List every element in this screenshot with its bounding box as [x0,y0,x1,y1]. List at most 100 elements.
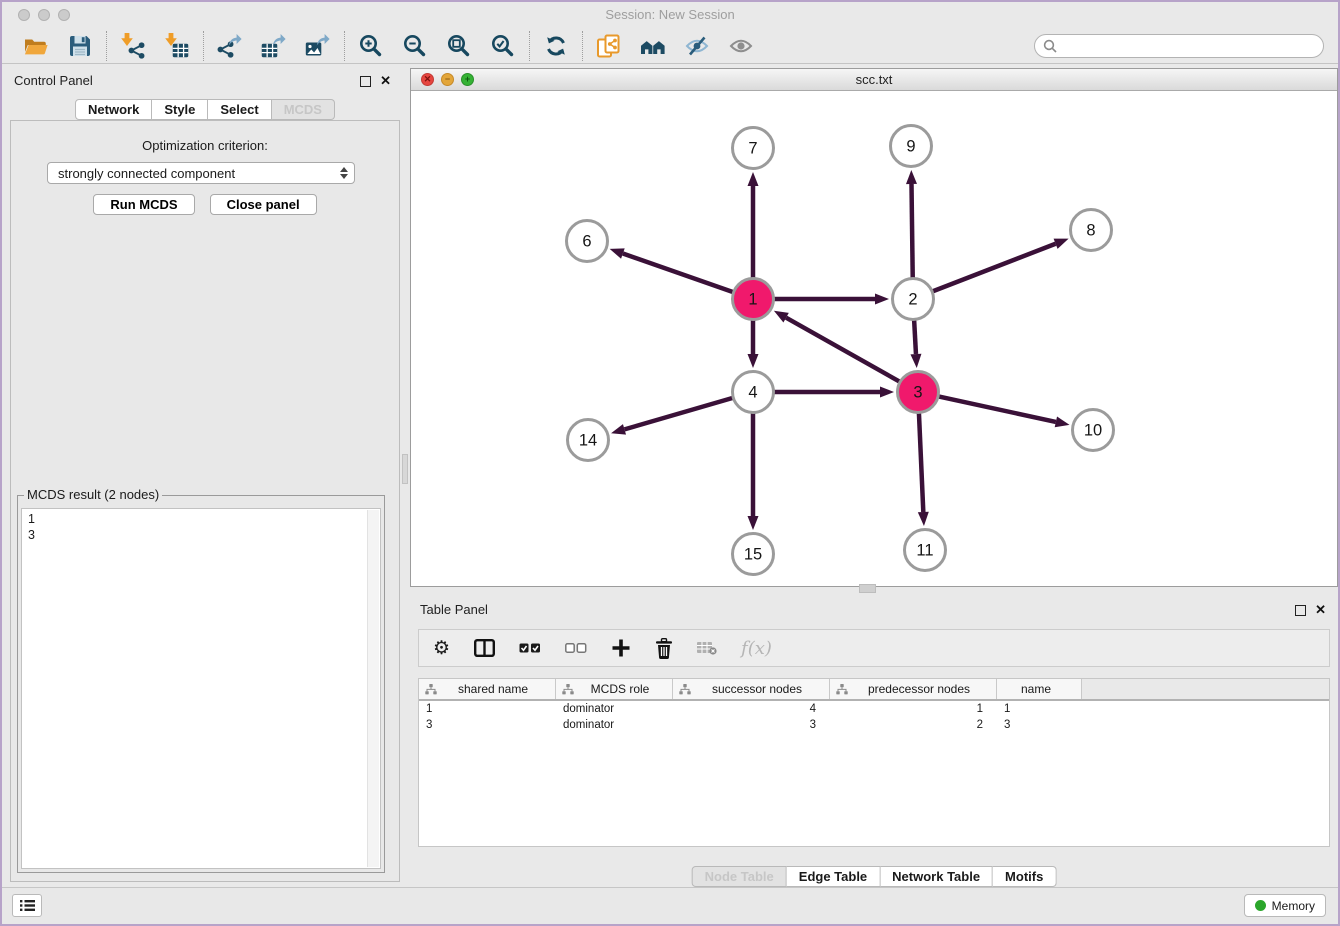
vertical-splitter-handle[interactable] [402,454,408,484]
table-cell[interactable]: 2 [830,719,997,731]
search-box[interactable] [1034,34,1324,58]
zoom-in-button[interactable] [358,33,384,59]
window-minimize-icon[interactable] [38,9,50,21]
close-panel-button[interactable]: Close panel [210,194,317,215]
graph-edge[interactable] [919,413,923,512]
table-cell[interactable]: 1 [830,703,997,715]
table-body: 1dominator4113dominator323 [419,701,1329,733]
tab-select[interactable]: Select [208,99,271,120]
graph-edge[interactable] [624,398,732,430]
title-bar: Session: New Session [2,2,1338,28]
graph-edge-arrowhead [918,512,929,526]
hide-items-eye-slash-icon[interactable] [684,33,710,59]
import-table-button[interactable] [164,33,190,59]
graph-edge[interactable] [939,396,1056,421]
memory-button[interactable]: Memory [1244,894,1326,917]
table-cell[interactable]: dominator [556,703,673,715]
table-row[interactable]: 1dominator411 [419,701,1329,717]
table-cell[interactable]: 3 [673,719,830,731]
column-header-predecessor-nodes[interactable]: predecessor nodes [830,679,997,699]
delete-columns-trash-icon[interactable] [655,638,673,659]
tab-mcds[interactable]: MCDS [272,99,335,120]
main-toolbar [2,28,1338,64]
table-cell[interactable]: 1 [419,703,556,715]
column-header-MCDS-role[interactable]: MCDS role [556,679,673,699]
task-history-button[interactable] [12,894,42,917]
table-row[interactable]: 3dominator323 [419,717,1329,733]
table-cell[interactable]: dominator [556,719,673,731]
mcds-result-text: 1 3 [22,509,380,545]
network-view-window: ✕ − + scc.txt 7968124314101511 [410,68,1338,587]
control-panel-close-icon[interactable]: ✕ [380,73,391,89]
tab-node-table[interactable]: Node Table [692,866,787,887]
graph-node-label: 8 [1086,222,1095,240]
graph-edge[interactable] [786,318,900,382]
add-column-plus-icon[interactable] [611,638,631,658]
mcds-result-area[interactable]: 1 3 [21,508,381,869]
graph-node-label: 6 [582,233,591,251]
graph-node-label: 9 [906,138,915,156]
window-close-icon[interactable] [18,9,30,21]
network-close-icon[interactable]: ✕ [421,73,434,86]
select-all-columns-icon[interactable] [519,643,541,653]
delete-table-icon[interactable] [697,641,717,655]
network-window-titlebar[interactable]: ✕ − + scc.txt [411,69,1337,91]
column-header-name[interactable]: name [997,679,1082,699]
table-header-row: shared nameMCDS rolesuccessor nodesprede… [419,679,1329,701]
graph-node-label: 2 [908,291,917,309]
graph-edge-arrowhead [1055,417,1070,428]
import-network-button[interactable] [120,33,146,59]
graph-edge-arrowhead [774,311,789,323]
export-image-button[interactable] [305,33,331,59]
control-panel-float-icon[interactable] [360,76,371,87]
network-zoom-icon[interactable]: + [461,73,474,86]
unselect-all-columns-icon[interactable] [565,643,587,653]
table-cell[interactable]: 4 [673,703,830,715]
table-panel-float-icon[interactable] [1295,605,1306,616]
clone-network-button[interactable] [596,33,622,59]
horizontal-splitter-handle[interactable] [859,584,876,593]
graph-edge[interactable] [623,254,733,293]
graph-edge-arrowhead [611,424,626,435]
apply-layout-button[interactable] [543,33,569,59]
table-cell[interactable]: 1 [997,703,1082,715]
zoom-out-button[interactable] [402,33,428,59]
zoom-fit-button[interactable] [446,33,472,59]
graph-edge-arrowhead [748,172,759,186]
column-header-shared-name[interactable]: shared name [419,679,556,699]
table-cell[interactable]: 3 [419,719,556,731]
tab-motifs[interactable]: Motifs [993,866,1056,887]
control-panel-tabs: NetworkStyleSelectMCDS [75,99,335,120]
result-scrollbar[interactable] [367,510,379,867]
home-button[interactable] [640,33,666,59]
show-columns-icon[interactable] [474,639,495,657]
app-window: Session: New Session [0,0,1340,926]
tab-network[interactable]: Network [75,99,152,120]
function-builder-icon[interactable]: f(x) [741,638,772,659]
column-header-successor-nodes[interactable]: successor nodes [673,679,830,699]
node-table: shared nameMCDS rolesuccessor nodesprede… [418,678,1330,847]
show-items-eye-icon[interactable] [728,33,754,59]
search-input[interactable] [1062,37,1315,54]
tab-style[interactable]: Style [152,99,208,120]
table-cell[interactable]: 3 [997,719,1082,731]
network-minimize-icon[interactable]: − [441,73,454,86]
run-mcds-button[interactable]: Run MCDS [93,194,194,215]
graph-edge[interactable] [911,184,912,278]
optimization-criterion-select[interactable]: strongly connected component [47,162,355,184]
save-session-button[interactable] [67,33,93,59]
export-table-button[interactable] [261,33,287,59]
graph-edge-arrowhead [748,516,759,530]
tab-edge-table[interactable]: Edge Table [787,866,880,887]
open-file-button[interactable] [23,33,49,59]
graph-edge[interactable] [914,320,916,354]
graph-edge[interactable] [933,244,1056,292]
table-panel-close-icon[interactable]: ✕ [1315,602,1326,618]
graph-node-label: 15 [744,546,762,564]
tab-network-table[interactable]: Network Table [880,866,993,887]
export-network-button[interactable] [217,33,243,59]
zoom-selected-button[interactable] [490,33,516,59]
network-graph[interactable]: 7968124314101511 [411,90,1336,586]
table-settings-gear-icon[interactable]: ⚙ [433,639,450,658]
window-zoom-icon[interactable] [58,9,70,21]
